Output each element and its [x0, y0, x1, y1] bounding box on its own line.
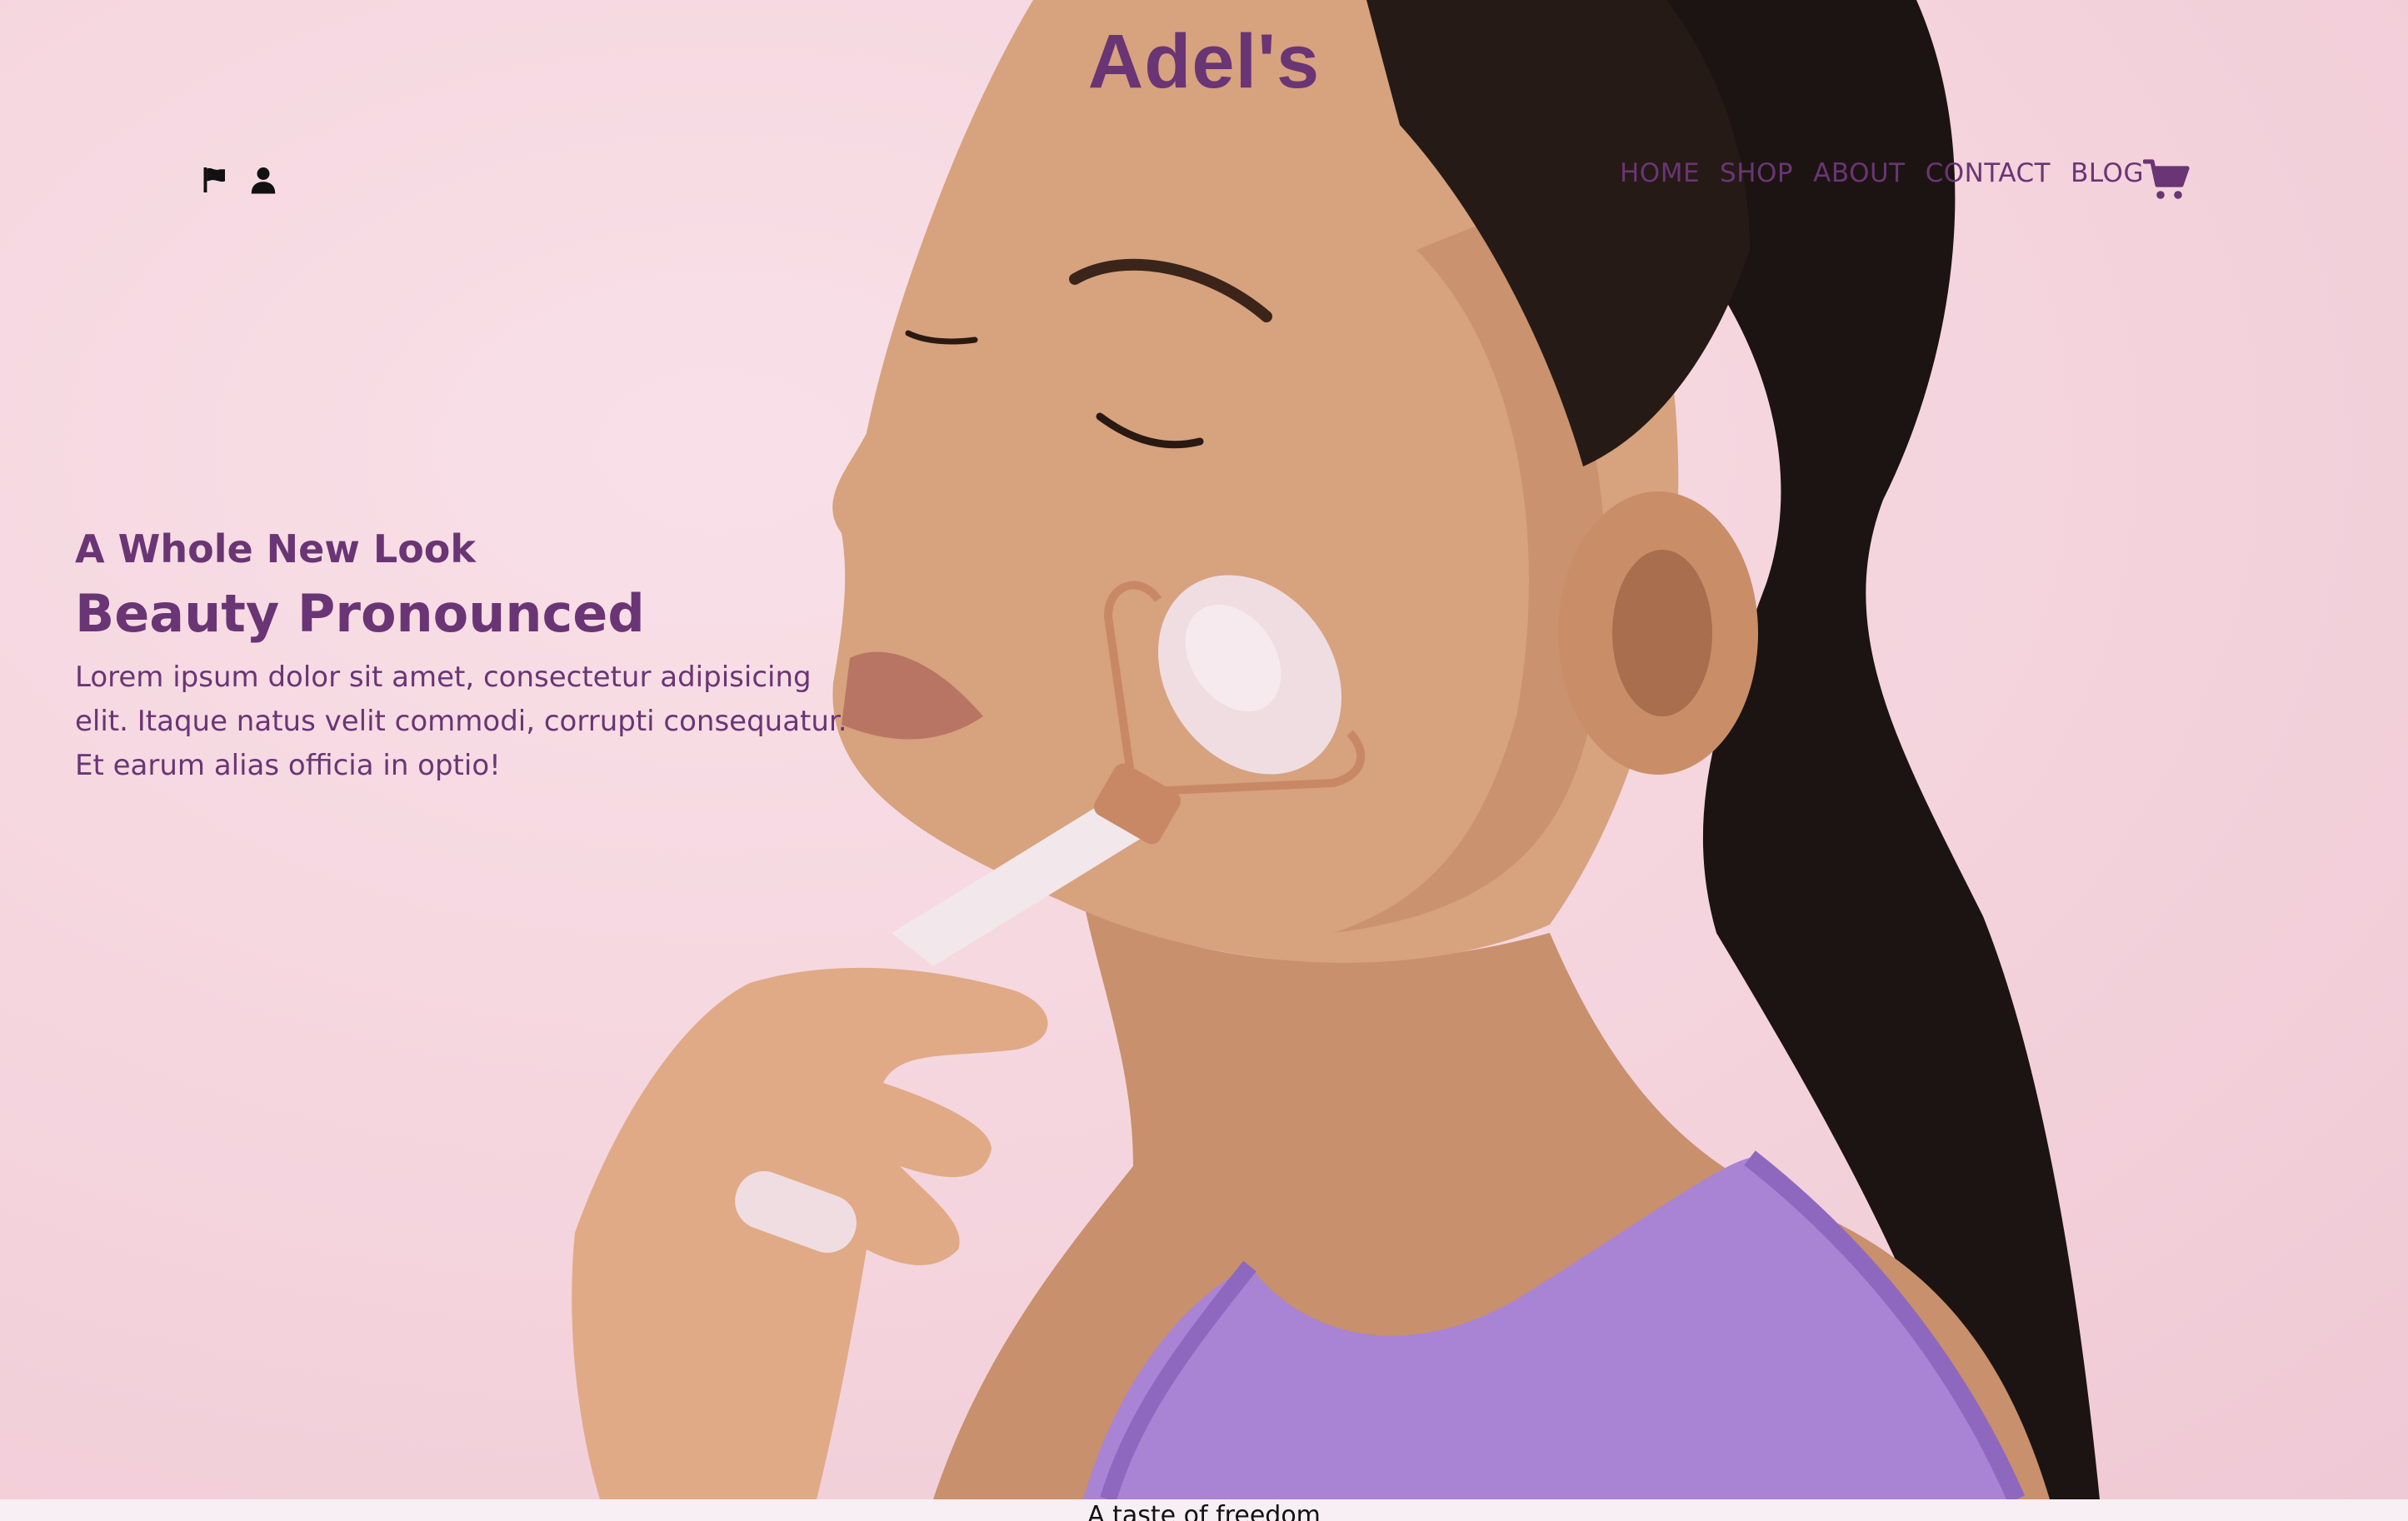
nav-shop[interactable]: SHOP: [1720, 158, 1793, 188]
hero-subtitle: A Whole New Look: [75, 526, 477, 571]
nav-about[interactable]: ABOUT: [1813, 158, 1905, 188]
hero-title: Beauty Pronounced: [75, 583, 645, 644]
cart-icon[interactable]: [2142, 158, 2190, 205]
main-nav: HOME SHOP ABOUT CONTACT BLOG: [1620, 158, 2164, 188]
hero-section: Adel's HOME SHOP ABOUT CONTACT BLOG A Wh…: [0, 0, 2408, 1499]
utility-icons: [200, 165, 278, 195]
user-icon[interactable]: [248, 165, 278, 195]
hero-text: A Whole New Look Beauty Pronounced Lorem…: [75, 526, 858, 788]
nav-blog[interactable]: BLOG: [2071, 158, 2144, 188]
hero-description: Lorem ipsum dolor sit amet, consectetur …: [75, 661, 847, 782]
tagline-bar: A taste of freedom: [0, 1499, 2408, 1521]
nav-contact[interactable]: CONTACT: [1926, 158, 2051, 188]
tagline-text: A taste of freedom: [1087, 1501, 1321, 1521]
flag-icon[interactable]: [200, 165, 230, 195]
nav-home[interactable]: HOME: [1620, 158, 1700, 188]
brand-logo[interactable]: Adel's: [0, 18, 2408, 106]
